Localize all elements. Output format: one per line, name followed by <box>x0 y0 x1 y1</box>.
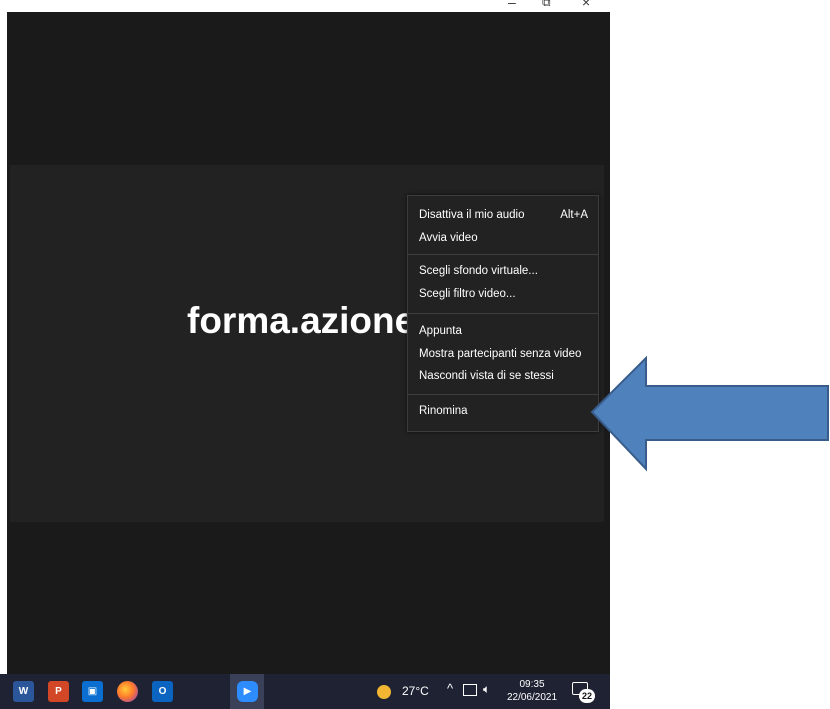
zoom-icon: ▶ <box>237 681 258 702</box>
menu-item-label: Appunta <box>419 325 462 337</box>
menu-item-label: Mostra partecipanti senza video <box>419 348 582 360</box>
menu-item-mute-audio[interactable]: Disattiva il mio audio Alt+A <box>419 206 588 224</box>
clock-time: 09:35 <box>519 679 545 690</box>
store-icon[interactable]: ▣ <box>82 681 103 702</box>
clock-date: 22/06/2021 <box>506 692 558 703</box>
notification-count-badge: 22 <box>579 689 595 703</box>
chevron-up-icon[interactable]: ^ <box>447 681 453 696</box>
menu-item-start-video[interactable]: Avvia video <box>419 229 588 247</box>
volume-icon[interactable]: 🔈︎ <box>483 682 490 697</box>
menu-item-label: Avvia video <box>419 232 478 244</box>
maximize-icon[interactable]: ⧉ <box>542 0 551 10</box>
participant-context-menu: Disattiva il mio audio Alt+A Avvia video… <box>407 195 599 432</box>
menu-item-virtual-background[interactable]: Scegli sfondo virtuale... <box>419 262 588 280</box>
menu-item-shortcut: Alt+A <box>560 209 588 221</box>
menu-item-pin[interactable]: Appunta <box>419 322 588 340</box>
powerpoint-icon[interactable]: P <box>48 681 69 702</box>
window-titlebar: – ⧉ × <box>0 0 610 12</box>
menu-item-video-filter[interactable]: Scegli filtro video... <box>419 285 588 303</box>
arrow-shape <box>590 356 829 472</box>
network-icon[interactable] <box>463 684 477 696</box>
pointer-arrow-annotation <box>590 356 829 472</box>
minimize-icon[interactable]: – <box>508 0 516 10</box>
firefox-icon[interactable] <box>117 681 138 702</box>
clock[interactable]: 09:35 22/06/2021 <box>505 678 559 704</box>
menu-divider <box>408 254 598 255</box>
menu-item-show-non-video[interactable]: Mostra partecipanti senza video <box>419 345 588 363</box>
menu-item-label: Scegli filtro video... <box>419 288 516 300</box>
weather-sun-icon[interactable] <box>377 685 391 699</box>
menu-item-rename[interactable]: Rinomina <box>419 402 588 420</box>
outlook-icon[interactable]: O <box>152 681 173 702</box>
menu-item-label: Scegli sfondo virtuale... <box>419 265 538 277</box>
notification-center-icon[interactable]: 22 <box>572 680 595 703</box>
menu-divider <box>408 313 598 314</box>
menu-item-label: Rinomina <box>419 405 468 417</box>
weather-temperature[interactable]: 27°C <box>402 684 429 698</box>
word-icon[interactable]: W <box>13 681 34 702</box>
participant-name: forma.azione <box>187 300 411 341</box>
menu-item-hide-self-view[interactable]: Nascondi vista di se stessi <box>419 367 588 385</box>
menu-divider <box>408 394 598 395</box>
menu-item-label: Disattiva il mio audio <box>419 209 525 221</box>
close-icon[interactable]: × <box>582 0 590 10</box>
menu-item-label: Nascondi vista di se stessi <box>419 370 554 382</box>
zoom-taskbar-button[interactable]: ▶ <box>230 674 264 709</box>
